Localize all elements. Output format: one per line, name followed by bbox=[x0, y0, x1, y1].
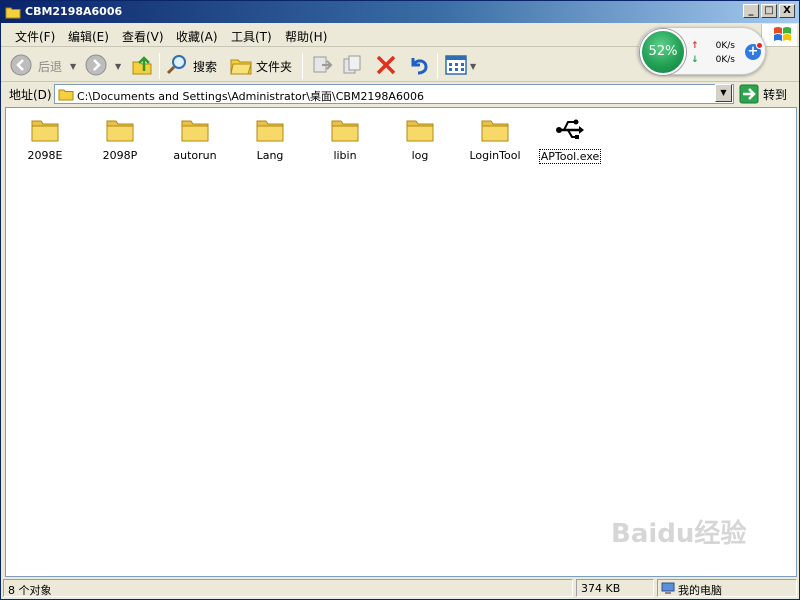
status-bar: 8 个对象 374 KB 我的电脑 bbox=[1, 578, 799, 599]
file-name: 2098E bbox=[27, 149, 63, 162]
file-name: Lang bbox=[256, 149, 284, 162]
forward-arrow-icon[interactable] bbox=[84, 53, 108, 77]
folder-icon bbox=[331, 120, 359, 142]
windows-flag-icon bbox=[774, 27, 791, 41]
toolbar-separator bbox=[437, 53, 438, 79]
status-size: 374 KB bbox=[576, 579, 654, 597]
menu-favorites[interactable]: 收藏(A) bbox=[176, 28, 218, 45]
address-path[interactable]: C:\Documents and Settings\Administrator\… bbox=[77, 88, 424, 104]
close-button[interactable]: X bbox=[779, 4, 795, 18]
menu-file[interactable]: 文件(F) bbox=[15, 28, 55, 45]
address-bar: 地址(D) C:\Documents and Settings\Administ… bbox=[1, 83, 799, 105]
folder-icon bbox=[58, 89, 74, 101]
go-arrow-icon[interactable] bbox=[739, 84, 759, 104]
folder-icon bbox=[406, 120, 434, 142]
views-dropdown-icon[interactable]: ▼ bbox=[470, 62, 476, 71]
upload-speed: 0K/s bbox=[715, 41, 735, 51]
views-icon[interactable] bbox=[444, 53, 468, 77]
windows-logo bbox=[761, 24, 797, 46]
upload-arrow-icon: ↑ bbox=[691, 41, 699, 51]
status-object-count: 8 个对象 bbox=[3, 579, 573, 597]
undo-icon[interactable] bbox=[406, 53, 430, 77]
file-name: log bbox=[411, 149, 429, 162]
address-input[interactable]: C:\Documents and Settings\Administrator\… bbox=[54, 84, 734, 104]
toolbar-separator bbox=[302, 53, 303, 79]
delete-icon[interactable] bbox=[374, 53, 398, 77]
file-item[interactable]: log bbox=[383, 114, 457, 162]
address-dropdown-icon[interactable]: ▼ bbox=[715, 84, 732, 102]
move-to-icon[interactable] bbox=[310, 53, 334, 77]
back-dropdown-icon[interactable]: ▼ bbox=[70, 62, 76, 71]
folder-icon bbox=[31, 120, 59, 142]
notification-dot bbox=[756, 42, 763, 49]
file-item[interactable]: 2098P bbox=[83, 114, 157, 162]
file-item[interactable]: 2098E bbox=[8, 114, 82, 162]
folders-icon[interactable] bbox=[229, 53, 253, 77]
go-button-label[interactable]: 转到 bbox=[763, 86, 787, 103]
toolbar-separator bbox=[159, 53, 160, 79]
file-name: libin bbox=[333, 149, 357, 162]
folder-icon bbox=[181, 120, 209, 142]
menu-view[interactable]: 查看(V) bbox=[122, 28, 164, 45]
download-arrow-icon: ↓ bbox=[691, 55, 699, 65]
network-speed-widget[interactable]: 52% ↑ 0K/s ↓ 0K/s + bbox=[638, 27, 766, 75]
address-label: 地址(D) bbox=[9, 88, 52, 102]
menu-tools[interactable]: 工具(T) bbox=[231, 28, 272, 45]
back-arrow-icon[interactable] bbox=[9, 53, 33, 77]
status-location-label: 我的电脑 bbox=[678, 584, 722, 597]
file-list-view[interactable]: 2098E 2098P autorun Lang libin log Login… bbox=[5, 107, 797, 577]
file-item[interactable]: autorun bbox=[158, 114, 232, 162]
file-item[interactable]: libin bbox=[308, 114, 382, 162]
folder-icon bbox=[106, 120, 134, 142]
computer-icon bbox=[661, 582, 675, 594]
file-item[interactable]: APTool.exe bbox=[533, 114, 607, 164]
minimize-button[interactable]: _ bbox=[743, 4, 759, 18]
memory-usage-percent[interactable]: 52% bbox=[640, 29, 686, 75]
folder-icon bbox=[481, 120, 509, 142]
folder-icon bbox=[256, 120, 284, 142]
maximize-button[interactable]: □ bbox=[761, 4, 777, 18]
window-title: CBM2198A6006 bbox=[25, 5, 123, 18]
file-name: autorun bbox=[173, 149, 217, 162]
back-button-label[interactable]: 后退 bbox=[38, 58, 62, 75]
download-speed: 0K/s bbox=[715, 55, 735, 65]
status-location: 我的电脑 bbox=[657, 579, 797, 597]
title-bar[interactable]: CBM2198A6006 _ □ X bbox=[1, 1, 799, 23]
folders-button-label[interactable]: 文件夹 bbox=[256, 58, 292, 75]
file-name: 2098P bbox=[102, 149, 138, 162]
file-name: APTool.exe bbox=[538, 149, 602, 164]
search-icon[interactable] bbox=[165, 53, 189, 77]
file-item[interactable]: Lang bbox=[233, 114, 307, 162]
folder-icon bbox=[5, 7, 21, 19]
menu-help[interactable]: 帮助(H) bbox=[285, 28, 327, 45]
search-button-label[interactable]: 搜索 bbox=[193, 58, 217, 75]
usb-icon bbox=[556, 119, 584, 139]
copy-to-icon[interactable] bbox=[341, 53, 365, 77]
forward-dropdown-icon[interactable]: ▼ bbox=[115, 62, 121, 71]
explorer-window: CBM2198A6006 _ □ X 文件(F) 编辑(E) 查看(V) 收藏(… bbox=[0, 0, 800, 600]
file-name: LoginTool bbox=[469, 149, 521, 162]
file-item[interactable]: LoginTool bbox=[458, 114, 532, 162]
up-folder-icon[interactable] bbox=[130, 53, 154, 77]
menu-edit[interactable]: 编辑(E) bbox=[68, 28, 109, 45]
